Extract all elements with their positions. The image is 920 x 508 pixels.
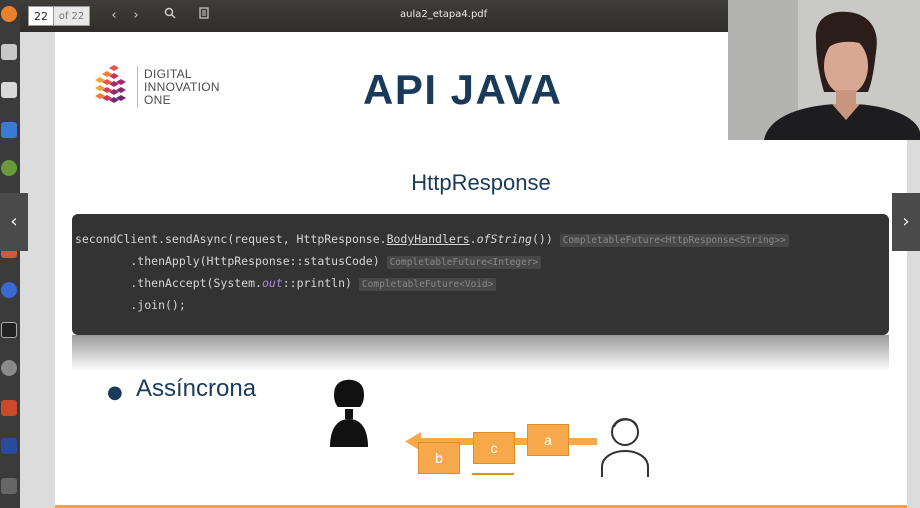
packet-c: c	[473, 432, 515, 464]
logo-divider	[137, 66, 138, 108]
person-man-icon	[601, 418, 649, 477]
packet-a: a	[527, 424, 569, 456]
settings-icon[interactable]	[1, 360, 17, 376]
presenter-webcam	[728, 0, 920, 140]
logo-text: DIGITAL INNOVATION ONE	[144, 68, 220, 107]
app-icon[interactable]	[1, 438, 17, 454]
person-woman-icon	[330, 379, 368, 447]
app-icon[interactable]	[1, 400, 17, 416]
search-icon[interactable]	[160, 6, 180, 26]
type-hint: CompletableFuture<Integer>	[386, 256, 542, 269]
files-icon[interactable]	[1, 44, 17, 60]
code-block: secondClient.sendAsync(request, HttpResp…	[72, 214, 889, 335]
code-line: secondClient.sendAsync(request, HttpResp…	[75, 232, 789, 247]
type-hint: CompletableFuture<Void>	[358, 278, 497, 291]
slide-subtitle: HttpResponse	[411, 170, 551, 195]
chrome-icon[interactable]	[1, 160, 17, 176]
page-total: of 22	[54, 6, 90, 26]
packet-b: b	[418, 442, 460, 474]
chevron-left-icon[interactable]: ‹	[104, 6, 124, 26]
bullet-dot: ●	[107, 382, 123, 403]
code-line: .join();	[75, 298, 186, 312]
prev-page-button[interactable]: ‹	[0, 193, 28, 251]
help-icon[interactable]	[1, 282, 17, 298]
code-line: .thenApply(HttpResponse::statusCode) Com…	[75, 254, 542, 269]
document-icon[interactable]	[194, 6, 214, 26]
bullet-text: Assíncrona	[136, 375, 257, 402]
logo-mark-icon	[95, 65, 126, 103]
type-hint: CompletableFuture<HttpResponse<String>>	[559, 234, 789, 247]
document-title: aula2_etapa4.pdf	[400, 9, 488, 20]
code-block-shadow	[72, 335, 889, 371]
presenter-video-frame	[728, 0, 920, 140]
app-launcher	[0, 0, 20, 508]
next-page-button[interactable]: ›	[892, 193, 920, 251]
code-line: .thenAccept(System.out::println) Complet…	[75, 276, 497, 291]
slide-title: API JAVA	[363, 66, 563, 113]
app-icon[interactable]	[1, 478, 17, 494]
dio-logo: DIGITAL INNOVATION ONE	[93, 64, 253, 110]
terminal-icon[interactable]	[1, 322, 17, 338]
software-center-icon[interactable]	[1, 122, 17, 138]
page-number-input[interactable]: 22	[28, 6, 54, 26]
logo-line: ONE	[144, 93, 171, 107]
chevron-right-icon[interactable]: ›	[126, 6, 146, 26]
firefox-icon[interactable]	[1, 6, 17, 22]
document-viewer-icon[interactable]	[1, 82, 17, 98]
